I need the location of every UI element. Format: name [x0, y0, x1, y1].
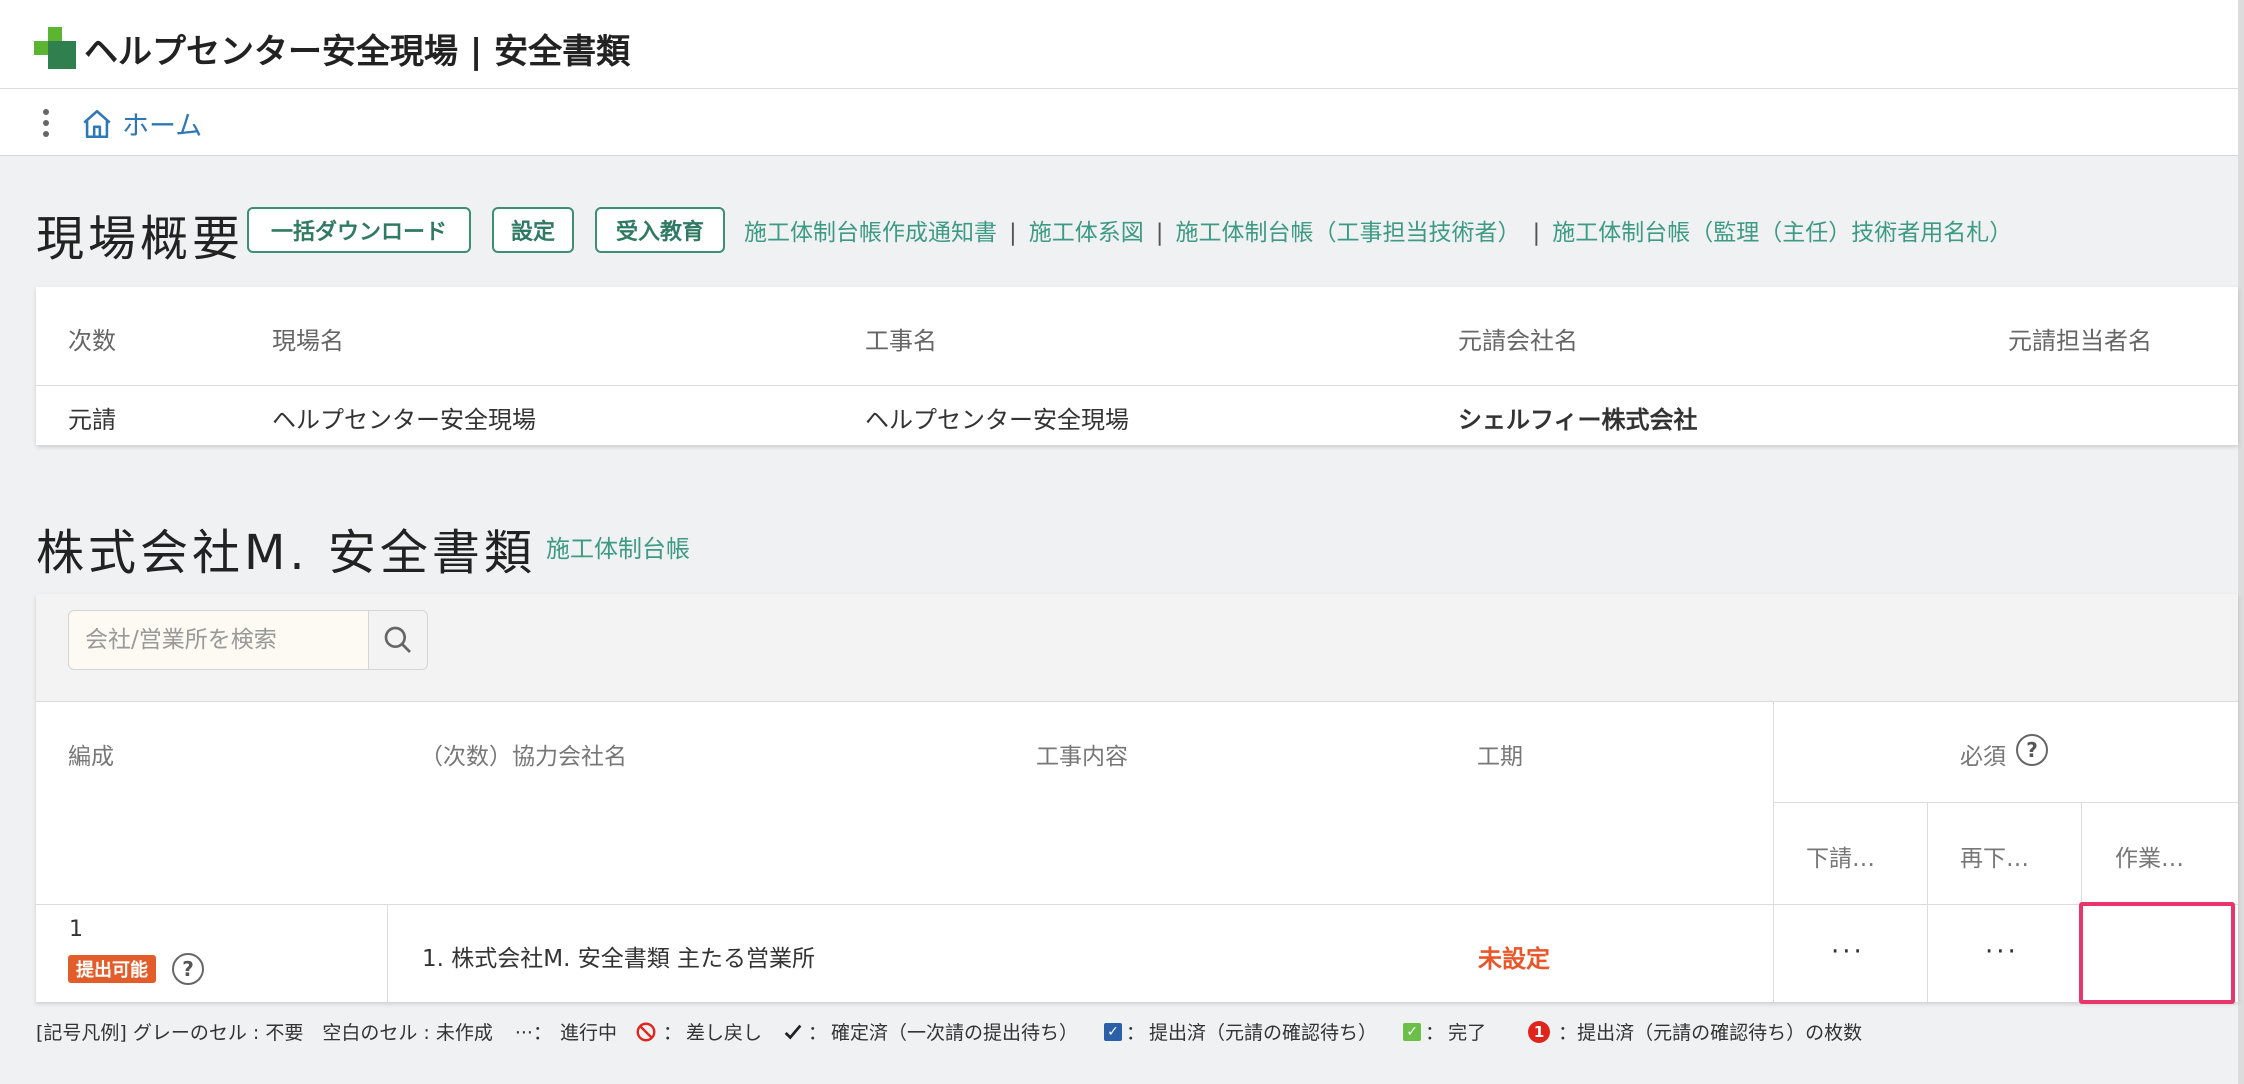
app-title: ヘルプセンター安全現場 | 安全書類 [84, 32, 631, 72]
check-icon [782, 1021, 804, 1043]
legend-confirmed: 確定済（一次請の提出待ち） [831, 1022, 1079, 1044]
header-period: 工期 [1477, 744, 1523, 770]
overview-table: 次数 現場名 工事名 元請会社名 元請担当者名 元請 ヘルプセンター安全現場 ヘ… [36, 287, 2238, 445]
period-value: 未設定 [1478, 945, 1550, 973]
legend-submitted: 提出済（元請の確認待ち） [1149, 1022, 1378, 1044]
row-number: 1 [69, 917, 83, 942]
header-site: 現場名 [272, 327, 344, 355]
checkbox-green-icon: ✓ [1403, 1022, 1422, 1041]
scroll-edge [2238, 0, 2244, 1084]
legend-prefix: [記号凡例] グレーのセル : 不要 空白のセル : 未作成 [36, 1022, 493, 1044]
home-icon [83, 109, 111, 138]
progress-cell-1[interactable]: ··· [1831, 937, 1865, 967]
home-label: ホーム [122, 111, 203, 142]
checkbox-blue-icon: ✓ [1104, 1022, 1123, 1041]
header-required: 必須 [1960, 744, 2006, 770]
settings-button[interactable]: 設定 [492, 207, 574, 253]
symbol-legend: [記号凡例] グレーのセル : 不要 空白のセル : 未作成 ···： 進行中 … [36, 1018, 1862, 1045]
grid-line [36, 904, 2238, 905]
header-company: 元請会社名 [1458, 327, 1578, 355]
legend-progress-mark: ···： [514, 1022, 552, 1044]
header-content: 工事内容 [1036, 744, 1128, 770]
grid-line [387, 904, 388, 1002]
selected-cell-highlight [2079, 902, 2235, 1004]
legend-progress: 進行中 [559, 1022, 617, 1044]
legend-count: ：提出済（元請の確認待ち）の枚数 [1558, 1022, 1863, 1044]
header-work: 工事名 [865, 327, 937, 355]
cell-order: 元請 [68, 406, 116, 434]
legend-done: 完了 [1448, 1022, 1487, 1044]
header-sub1: 下請… [1806, 846, 1875, 872]
kebab-menu-icon[interactable] [40, 109, 52, 137]
cell-site: ヘルプセンター安全現場 [272, 406, 536, 434]
link-system-diagram[interactable]: 施工体系図 [1029, 220, 1144, 246]
question-icon[interactable]: ? [2016, 734, 2048, 766]
header-sub2: 再下… [1960, 846, 2029, 872]
header-person: 元請担当者名 [2008, 327, 2152, 355]
link-ledger-engineer[interactable]: 施工体制台帳（工事担当技術者） [1176, 220, 1521, 246]
red-count-icon: 1 [1528, 1020, 1551, 1043]
header-partner-company: （次数）協力会社名 [420, 744, 627, 770]
cell-company: シェルフィー株式会社 [1458, 406, 1698, 434]
overview-title: 現場概要 [36, 211, 245, 267]
prohibited-icon [635, 1021, 657, 1043]
search-input[interactable] [68, 610, 368, 670]
status-badge: 提出可能 [68, 955, 156, 983]
search-button[interactable] [368, 610, 428, 670]
header-sub3: 作業… [2115, 846, 2184, 872]
link-notice[interactable]: 施工体制台帳作成通知書 [744, 220, 997, 246]
documents-table: 編成 （次数）協力会社名 工事内容 工期 必須 ? 下請… 再下… 作業… 1 … [36, 594, 2238, 1002]
legend-returned: 差し戻し [685, 1022, 762, 1044]
grid-line [1773, 702, 1774, 1002]
divider [36, 385, 2238, 386]
education-button[interactable]: 受入教育 [595, 207, 725, 253]
ledger-links: 施工体制台帳作成通知書 | 施工体系図 | 施工体制台帳（工事担当技術者） | 施工体制台帳… [744, 220, 2013, 246]
logo-cross-icon [34, 27, 76, 69]
question-icon[interactable]: ? [172, 953, 204, 985]
breadcrumb-bar: ホーム [0, 89, 2238, 156]
docs-title: 株式会社M. 安全書類 [36, 525, 536, 581]
search-icon [384, 626, 411, 653]
grid-line [1927, 802, 1928, 1002]
grid-line [1773, 802, 2238, 803]
header-order: 次数 [68, 327, 116, 355]
partner-company-name[interactable]: 1. 株式会社M. 安全書類 主たる営業所 [422, 939, 815, 973]
search-area [36, 594, 2238, 702]
header-composition: 編成 [68, 744, 114, 770]
bulk-download-button[interactable]: 一括ダウンロード [247, 207, 471, 253]
link-ledger-supervisor[interactable]: 施工体制台帳（監理（主任）技術者用名札） [1552, 220, 2012, 246]
cell-work: ヘルプセンター安全現場 [865, 406, 1129, 434]
home-link[interactable]: ホーム [80, 104, 202, 143]
app-header: ヘルプセンター安全現場 | 安全書類 [0, 0, 2238, 89]
ledger-link[interactable]: 施工体制台帳 [546, 529, 690, 564]
progress-cell-2[interactable]: ··· [1985, 937, 2019, 967]
